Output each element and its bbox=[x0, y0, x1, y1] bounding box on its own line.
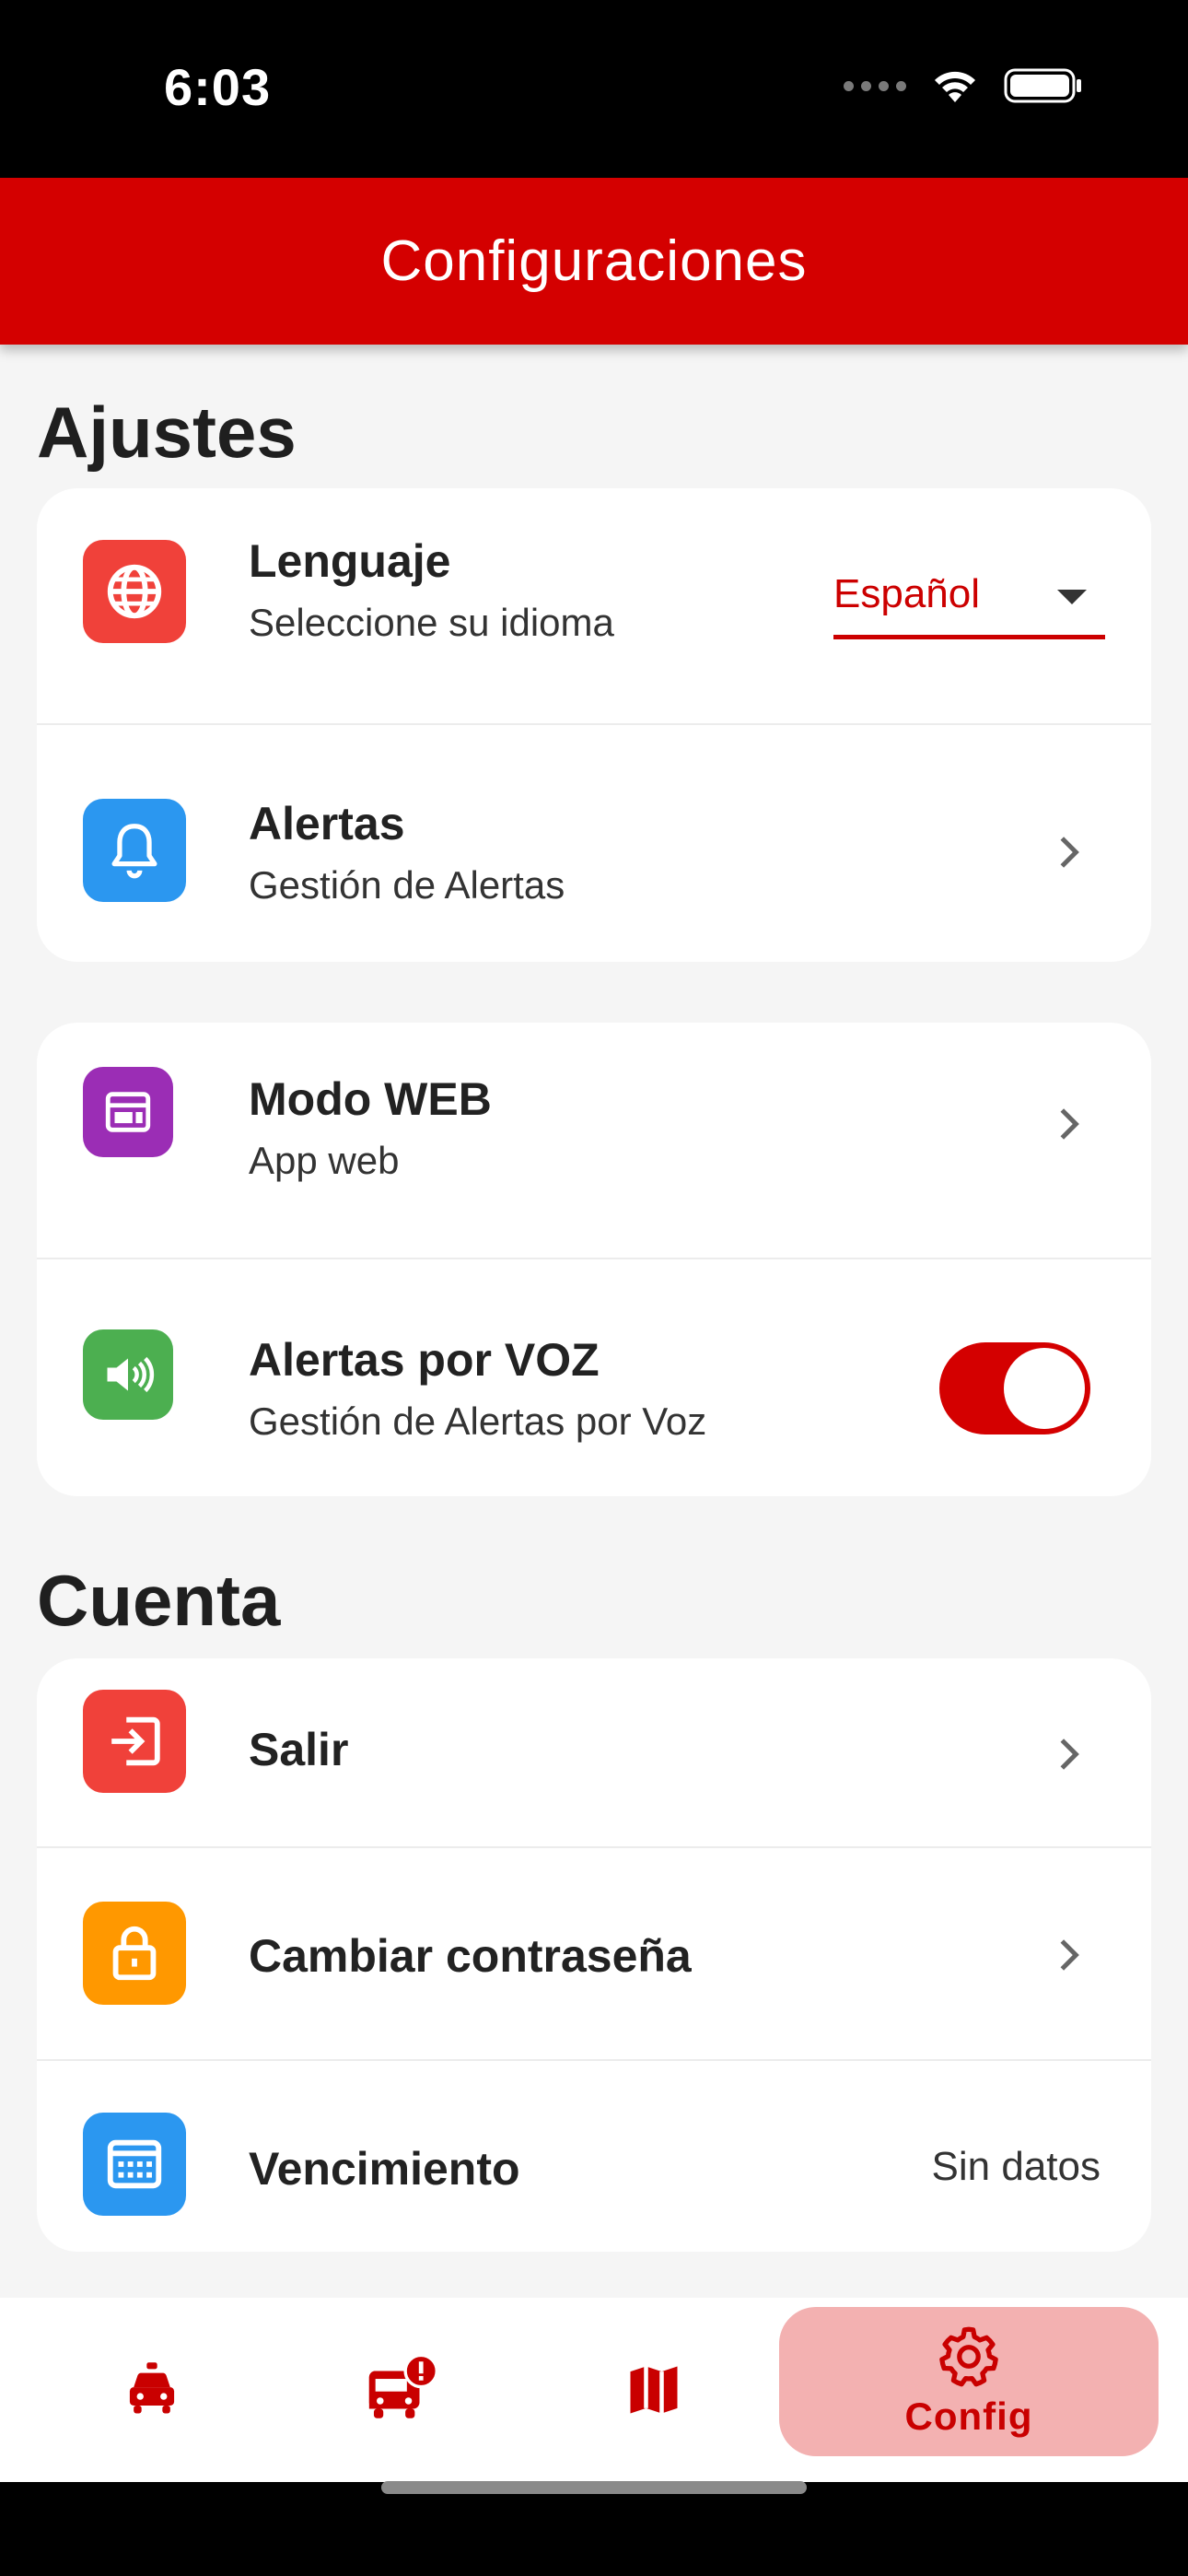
voice-alerts-toggle[interactable] bbox=[939, 1342, 1090, 1434]
home-indicator-area bbox=[0, 2482, 1188, 2576]
battery-icon bbox=[1004, 68, 1081, 103]
caret-down-icon bbox=[1057, 590, 1087, 604]
globe-icon bbox=[83, 540, 186, 643]
toggle-knob bbox=[1004, 1348, 1085, 1429]
nav-config-label: Config bbox=[904, 2395, 1033, 2438]
chevron-right-icon bbox=[1060, 837, 1079, 868]
lock-icon bbox=[83, 1902, 186, 2005]
bell-icon bbox=[83, 799, 186, 902]
chevron-right-icon bbox=[1060, 1739, 1079, 1770]
car-icon bbox=[129, 2362, 175, 2414]
language-subtitle: Seleccione su idioma bbox=[249, 601, 614, 644]
logout-icon bbox=[83, 1690, 186, 1793]
expiration-value: Sin datos bbox=[931, 2144, 1101, 2189]
expiration-title: Vencimiento bbox=[249, 2143, 520, 2195]
nav-map[interactable] bbox=[557, 2298, 751, 2482]
nav-car[interactable] bbox=[55, 2298, 249, 2482]
voice-alerts-subtitle: Gestión de Alertas por Voz bbox=[249, 1399, 707, 1443]
row-language[interactable]: Lenguaje Seleccione su idioma Español bbox=[37, 488, 1151, 725]
settings-card-general: Lenguaje Seleccione su idioma Español Al… bbox=[37, 488, 1151, 962]
speaker-icon bbox=[83, 1329, 173, 1420]
alerts-title: Alertas bbox=[249, 798, 405, 849]
row-expiration: Vencimiento Sin datos bbox=[37, 2061, 1151, 2252]
nav-bus-alerts[interactable] bbox=[304, 2298, 497, 2482]
row-voice-alerts[interactable]: Alertas por VOZ Gestión de Alertas por V… bbox=[37, 1259, 1151, 1496]
status-time: 6:03 bbox=[164, 58, 272, 116]
gear-icon bbox=[939, 2326, 998, 2387]
page-title: Configuraciones bbox=[380, 229, 808, 293]
web-mode-icon bbox=[83, 1067, 173, 1157]
language-selected: Español bbox=[833, 571, 981, 616]
language-title: Lenguaje bbox=[249, 535, 451, 587]
status-bar: 6:03 bbox=[0, 0, 1188, 178]
section-title-account: Cuenta bbox=[37, 1560, 281, 1641]
change-password-title: Cambiar contraseña bbox=[249, 1930, 692, 1982]
calendar-icon bbox=[83, 2113, 186, 2216]
web-mode-subtitle: App web bbox=[249, 1139, 400, 1182]
home-indicator[interactable] bbox=[381, 2481, 807, 2494]
map-icon bbox=[630, 2366, 678, 2414]
settings-content[interactable]: Ajustes Lenguaje Seleccione su idioma Es… bbox=[0, 345, 1188, 2298]
row-web-mode[interactable]: Modo WEB App web bbox=[37, 1023, 1151, 1259]
logout-title: Salir bbox=[249, 1724, 349, 1775]
bus-alert-icon bbox=[368, 2353, 438, 2418]
settings-card-modes: Modo WEB App web Alertas por VOZ Gestión… bbox=[37, 1023, 1151, 1496]
signal-dots-icon bbox=[844, 80, 906, 91]
wifi-icon bbox=[935, 71, 975, 102]
account-card: Salir Cambiar contraseña Vencimiento Sin… bbox=[37, 1658, 1151, 2252]
web-mode-title: Modo WEB bbox=[249, 1073, 492, 1125]
alerts-subtitle: Gestión de Alertas bbox=[249, 863, 565, 907]
row-alerts[interactable]: Alertas Gestión de Alertas bbox=[37, 725, 1151, 962]
row-logout[interactable]: Salir bbox=[37, 1658, 1151, 1848]
language-dropdown[interactable]: Español bbox=[833, 564, 1105, 639]
app-bar: Configuraciones bbox=[0, 178, 1188, 345]
voice-alerts-title: Alertas por VOZ bbox=[249, 1334, 600, 1386]
bottom-nav: Config bbox=[0, 2298, 1188, 2482]
row-change-password[interactable]: Cambiar contraseña bbox=[37, 1848, 1151, 2061]
chevron-right-icon bbox=[1060, 1108, 1079, 1140]
chevron-right-icon bbox=[1060, 1939, 1079, 1971]
nav-config[interactable]: Config bbox=[779, 2307, 1159, 2456]
status-icons bbox=[844, 66, 1083, 105]
section-title-settings: Ajustes bbox=[37, 392, 297, 473]
